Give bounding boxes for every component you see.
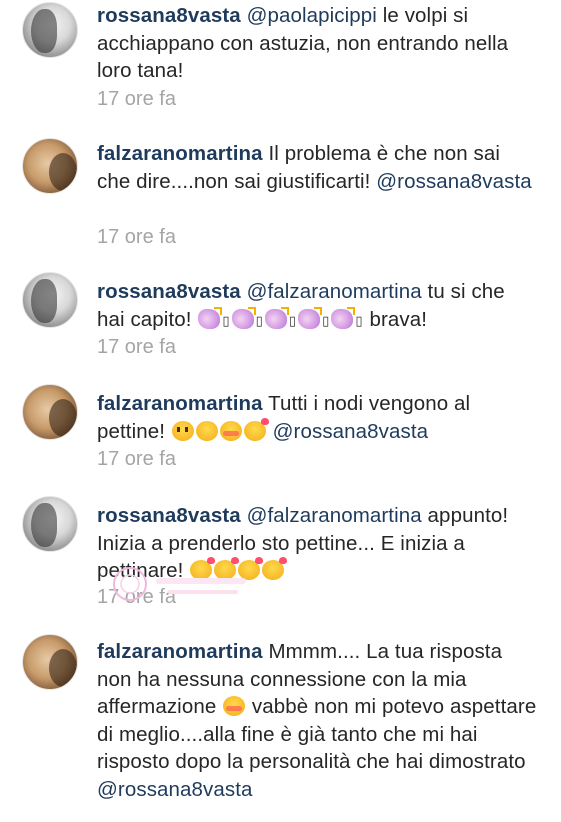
missing-glyph: ▯	[322, 312, 330, 328]
flushed-face-icon	[223, 696, 246, 716]
avatar[interactable]	[22, 496, 78, 552]
comment-username[interactable]: rossana8vasta	[97, 4, 241, 27]
comment-timestamp: 17 ore fa	[97, 448, 176, 470]
clapping-hands-sparkle-icon	[331, 306, 356, 329]
comment-mention[interactable]: @rossana8vasta	[376, 170, 532, 193]
comment-username[interactable]: rossana8vasta	[97, 280, 241, 303]
avatar[interactable]	[22, 2, 78, 58]
comment-mention[interactable]: @rossana8vasta	[97, 778, 253, 801]
comment-timestamp: 17 ore fa	[97, 226, 176, 248]
comment-text: falzaranomartina Il problema è che non s…	[97, 140, 537, 195]
avatar[interactable]	[22, 634, 78, 690]
smiling-face-icon	[195, 420, 218, 441]
comment-text: rossana8vasta @paolapicippi le volpi si …	[97, 2, 537, 85]
missing-glyph: ▯	[288, 312, 297, 328]
comment-timestamp: 17 ore fa	[97, 336, 176, 358]
comment-timestamp: 17 ore fa	[97, 88, 176, 110]
missing-glyph: ▯	[222, 312, 230, 328]
avatar[interactable]	[22, 272, 78, 328]
clapping-hands-sparkle-icon	[298, 306, 323, 329]
clapping-hands-sparkle-icon	[231, 306, 256, 329]
comment-text: rossana8vasta @falzaranomartina appunto!…	[97, 502, 537, 585]
clapping-hands-sparkle-icon	[264, 306, 289, 329]
comment-text: falzaranomartina Tutti i nodi vengono al…	[97, 390, 537, 445]
comment-username[interactable]: falzaranomartina	[97, 392, 263, 415]
comment-username[interactable]: falzaranomartina	[97, 640, 263, 663]
flushed-face-icon	[219, 420, 242, 441]
avatar[interactable]	[22, 138, 78, 194]
comment-mention[interactable]: @paolapicippi	[247, 4, 377, 27]
thinking-face-icon	[171, 420, 194, 441]
clapping-hands-sparkle-icon	[198, 306, 223, 329]
comment-text: falzaranomartina Mmmm.... La tua rispost…	[97, 638, 537, 803]
comment-username[interactable]: falzaranomartina	[97, 142, 263, 165]
comment-mention[interactable]: @rossana8vasta	[273, 420, 429, 443]
avatar[interactable]	[22, 384, 78, 440]
comment-timestamp: 17 ore fa	[97, 586, 176, 608]
comment-mention[interactable]: @falzaranomartina	[247, 280, 422, 303]
missing-glyph: ▯	[355, 312, 363, 328]
kissing-face-icon	[238, 557, 264, 580]
kissing-face-icon	[214, 557, 240, 580]
comment-body-end: brava!	[363, 307, 428, 331]
kissing-face-icon	[262, 557, 288, 580]
comment-text: rossana8vasta @falzaranomartina tu si ch…	[97, 278, 537, 334]
missing-glyph: ▯	[255, 312, 263, 328]
kissing-face-icon	[243, 417, 269, 441]
comment-mention[interactable]: @falzaranomartina	[247, 504, 422, 527]
kissing-face-icon	[190, 557, 216, 580]
comment-username[interactable]: rossana8vasta	[97, 504, 241, 527]
